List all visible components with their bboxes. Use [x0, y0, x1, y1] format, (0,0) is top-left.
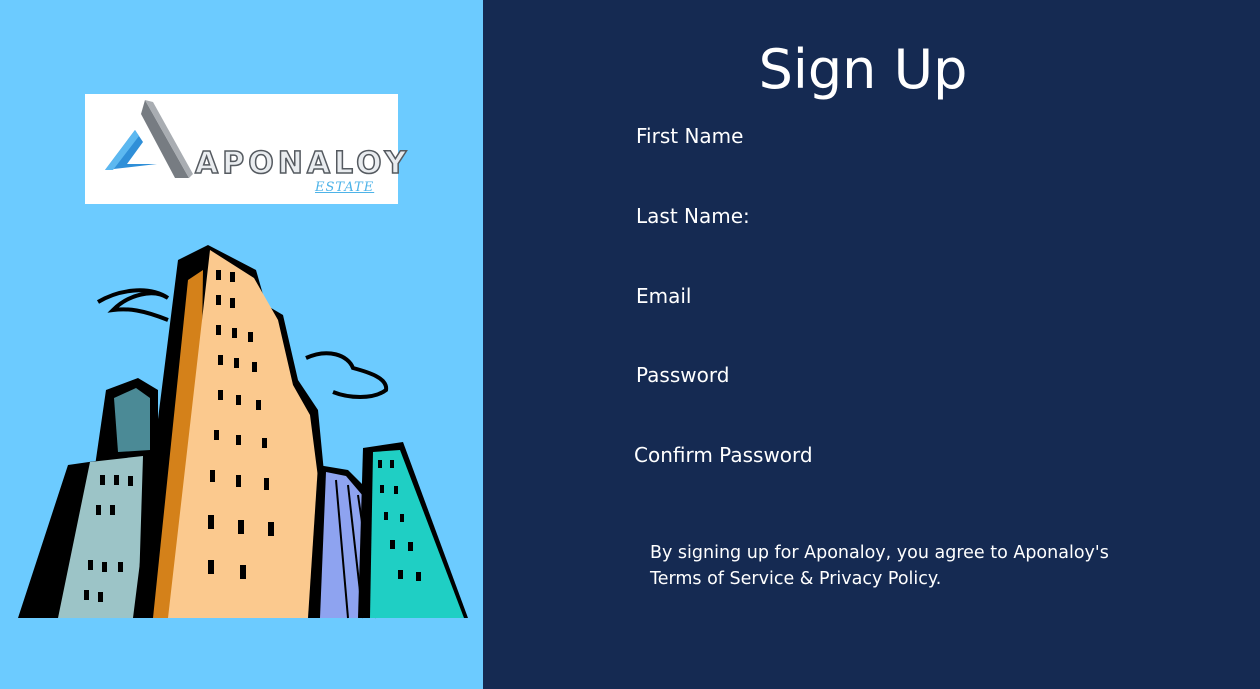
city-buildings-illustration — [18, 245, 468, 619]
brand-name: APONALOY — [194, 145, 411, 182]
last-name-field[interactable]: Last Name: — [636, 204, 750, 228]
signup-panel: Sign Up First Name Last Name: Email Pass… — [483, 0, 1260, 689]
email-field[interactable]: Email — [636, 284, 692, 308]
brand-subtitle: ESTATE — [315, 180, 375, 195]
confirm-password-field[interactable]: Confirm Password — [634, 443, 813, 467]
first-name-field[interactable]: First Name — [636, 124, 743, 148]
page-title: Sign Up — [758, 38, 968, 101]
triangle-a-logo-icon — [105, 100, 193, 178]
brand-logo: APONALOY ESTATE — [85, 94, 407, 204]
terms-line-1: By signing up for Aponaloy, you agree to… — [650, 543, 1109, 563]
left-panel: APONALOY ESTATE — [0, 0, 483, 689]
terms-link[interactable]: Terms of Service & Privacy Policy. — [650, 566, 1170, 592]
password-field[interactable]: Password — [636, 363, 729, 387]
terms-notice: By signing up for Aponaloy, you agree to… — [650, 540, 1170, 592]
